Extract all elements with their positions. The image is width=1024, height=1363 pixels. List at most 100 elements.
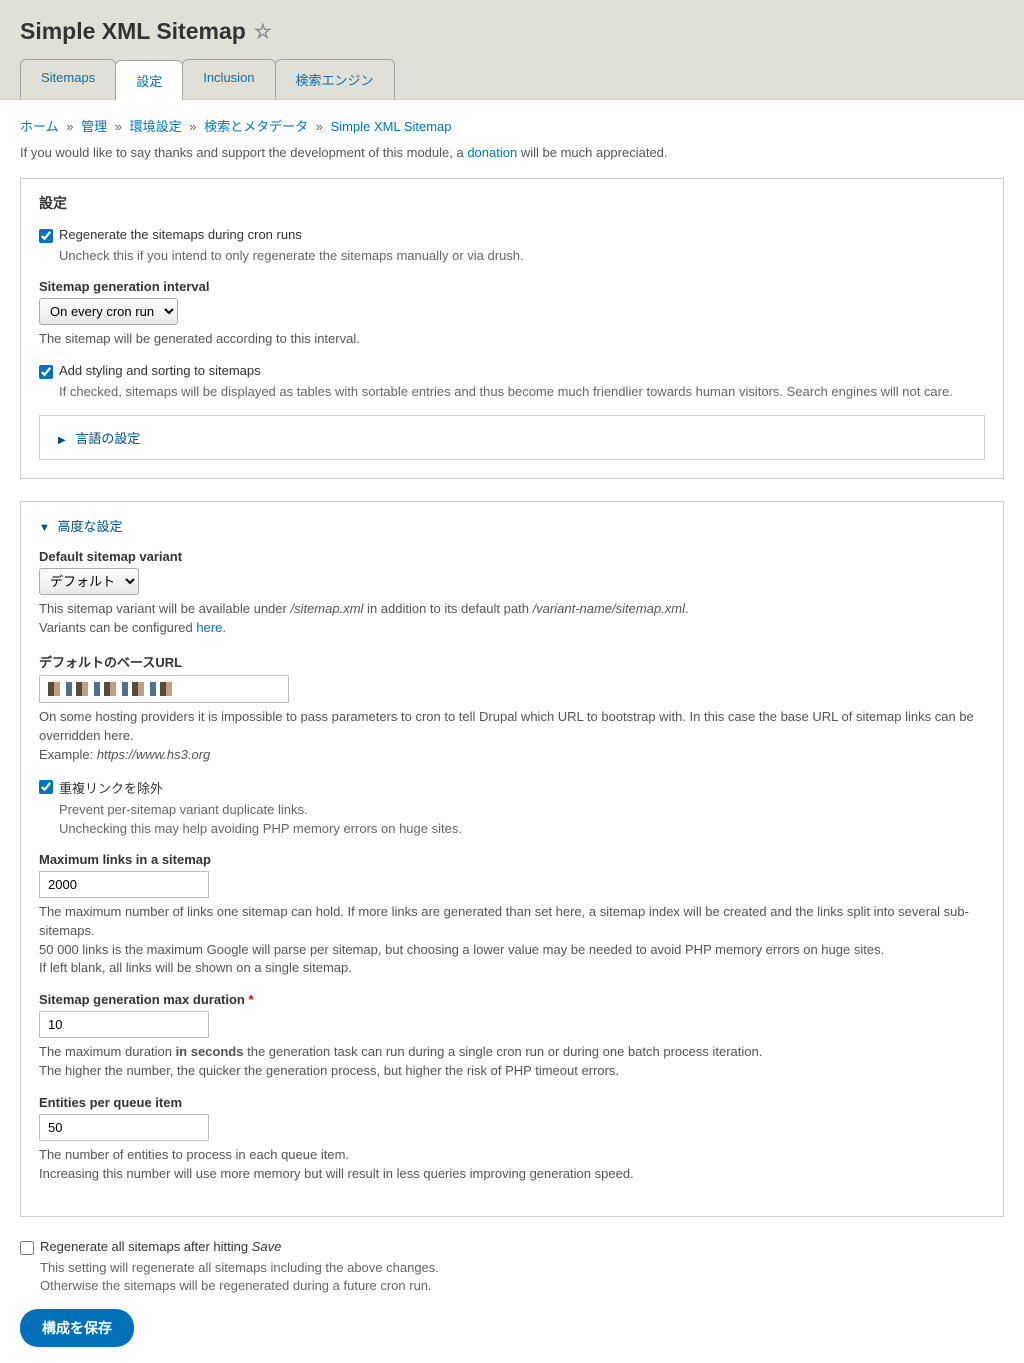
tab-search-engines[interactable]: 検索エンジン [275,59,395,99]
breadcrumb-admin[interactable]: 管理 [81,119,107,134]
desc-text: Variants can be configured [39,620,196,635]
regenerate-all-item: Regenerate all sitemaps after hitting Sa… [20,1239,1004,1295]
max-links-input[interactable] [39,871,209,898]
desc-example: https://www.hs3.org [97,747,210,762]
breadcrumb: ホーム » 管理 » 環境設定 » 検索とメタデータ » Simple XML … [20,116,1004,135]
tab-settings[interactable]: 設定 [115,60,183,100]
regenerate-cron-desc: Uncheck this if you intend to only regen… [59,247,985,265]
base-url-input[interactable] [39,675,289,703]
regenerate-cron-checkbox[interactable] [39,229,53,243]
desc-text: This setting will regenerate all sitemap… [40,1260,439,1275]
breadcrumb-sep: » [66,119,73,134]
desc-text: Example: [39,747,97,762]
tab-sitemaps[interactable]: Sitemaps [20,59,116,99]
regenerate-all-checkbox[interactable] [20,1241,34,1255]
entities-queue-label: Entities per queue item [39,1095,985,1110]
desc-text: Prevent per-sitemap variant duplicate li… [59,802,308,817]
desc-path: /sitemap.xml [290,601,363,616]
breadcrumb-current[interactable]: Simple XML Sitemap [331,119,452,134]
max-duration-input[interactable] [39,1011,209,1038]
desc-text: Unchecking this may help avoiding PHP me… [59,821,462,836]
desc-text: The higher the number, the quicker the g… [39,1063,619,1078]
desc-text: The number of entities to process in eac… [39,1147,349,1162]
desc-text: The maximum duration [39,1044,176,1059]
advanced-panel-title: 高度な設定 [58,519,123,534]
save-button-label: 構成を保存 [42,1320,112,1336]
page-title-text: Simple XML Sitemap [20,18,246,45]
tab-label: Sitemaps [41,70,95,85]
label-text: Regenerate all sitemaps after hitting [40,1239,252,1254]
interval-select[interactable]: On every cron run [39,298,178,325]
exclude-dup-desc: Prevent per-sitemap variant duplicate li… [59,801,985,837]
max-duration-item: Sitemap generation max duration * The ma… [39,992,985,1081]
desc-text: If left blank, all links will be shown o… [39,960,352,975]
regenerate-all-desc: This setting will regenerate all sitemap… [40,1259,1004,1295]
redacted-value [48,682,178,696]
settings-panel: 設定 Regenerate the sitemaps during cron r… [20,178,1004,479]
language-settings-label: 言語の設定 [75,431,140,446]
label-italic: Save [252,1239,282,1254]
max-duration-label: Sitemap generation max duration * [39,992,985,1007]
breadcrumb-sep: » [316,119,323,134]
desc-path: /variant-name/sitemap.xml [533,601,685,616]
star-icon[interactable]: ☆ [254,19,272,44]
header-region: Simple XML Sitemap ☆ Sitemaps 設定 Inclusi… [0,0,1024,100]
breadcrumb-sep: » [115,119,122,134]
breadcrumb-config[interactable]: 環境設定 [130,119,182,134]
tabs-bar: Sitemaps 設定 Inclusion 検索エンジン [20,59,1004,99]
tab-label: Inclusion [203,70,254,85]
interval-item: Sitemap generation interval On every cro… [39,279,985,349]
breadcrumb-home[interactable]: ホーム [20,119,59,134]
chevron-down-icon: ▼ [39,522,50,534]
entities-queue-input[interactable] [39,1114,209,1141]
tab-label: 設定 [136,74,162,89]
save-button[interactable]: 構成を保存 [20,1309,134,1347]
desc-text: . [222,620,226,635]
styling-item: Add styling and sorting to sitemaps If c… [39,363,985,401]
desc-text: 50 000 links is the maximum Google will … [39,942,884,957]
desc-bold: in seconds [176,1044,244,1059]
max-links-desc: The maximum number of links one sitemap … [39,903,985,978]
page-title: Simple XML Sitemap ☆ [20,18,1004,45]
regenerate-cron-label: Regenerate the sitemaps during cron runs [59,227,302,242]
intro-text: If you would like to say thanks and supp… [20,145,1004,160]
intro-text-1: If you would like to say thanks and supp… [20,145,467,160]
settings-panel-title: 設定 [39,193,985,213]
content-region: ホーム » 管理 » 環境設定 » 検索とメタデータ » Simple XML … [0,100,1024,1363]
desc-text: The maximum number of links one sitemap … [39,904,969,938]
breadcrumb-sep: » [189,119,196,134]
interval-label: Sitemap generation interval [39,279,985,294]
entities-queue-item: Entities per queue item The number of en… [39,1095,985,1184]
default-variant-select[interactable]: デフォルト [39,568,139,595]
advanced-panel-toggle[interactable]: ▼ 高度な設定 [39,516,985,535]
max-links-label: Maximum links in a sitemap [39,852,985,867]
default-variant-label: Default sitemap variant [39,549,985,564]
base-url-desc: On some hosting providers it is impossib… [39,708,985,765]
required-marker: * [245,992,254,1007]
default-variant-item: Default sitemap variant デフォルト This sitem… [39,549,985,638]
entities-queue-desc: The number of entities to process in eac… [39,1146,985,1184]
language-settings-details[interactable]: ▶ 言語の設定 [39,415,985,460]
default-variant-desc: This sitemap variant will be available u… [39,600,985,638]
base-url-label: デフォルトのベースURL [39,652,985,671]
regenerate-cron-item: Regenerate the sitemaps during cron runs… [39,227,985,265]
styling-checkbox[interactable] [39,365,53,379]
styling-desc: If checked, sitemaps will be displayed a… [59,383,985,401]
desc-text: Otherwise the sitemaps will be regenerat… [40,1278,432,1293]
desc-text: Increasing this number will use more mem… [39,1166,634,1181]
chevron-right-icon: ▶ [58,435,66,446]
desc-text: the generation task can run during a sin… [243,1044,762,1059]
tab-inclusion[interactable]: Inclusion [182,59,275,99]
exclude-dup-checkbox[interactable] [39,780,53,794]
intro-text-2: will be much appreciated. [517,145,667,160]
interval-desc: The sitemap will be generated according … [39,330,985,349]
desc-text: On some hosting providers it is impossib… [39,709,974,743]
label-text: Sitemap generation max duration [39,992,245,1007]
donation-link[interactable]: donation [467,145,517,160]
variants-here-link[interactable]: here [196,620,222,635]
breadcrumb-search-meta[interactable]: 検索とメタデータ [204,119,308,134]
desc-text: in addition to its default path [363,601,532,616]
exclude-dup-label: 重複リンクを除外 [59,778,163,797]
advanced-panel: ▼ 高度な設定 Default sitemap variant デフォルト Th… [20,501,1004,1216]
max-duration-desc: The maximum duration in seconds the gene… [39,1043,985,1081]
